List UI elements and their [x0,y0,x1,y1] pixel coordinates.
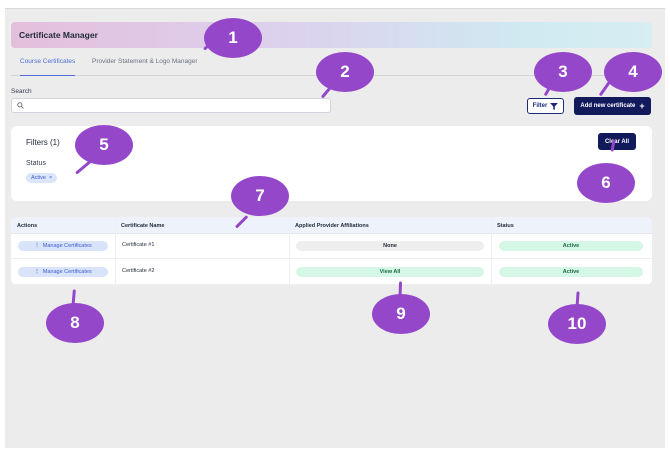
manage-label: Manage Certificates [42,243,92,249]
callout-marker-10: 10 [548,304,606,344]
status-label: Active [562,243,580,249]
callout-marker-7: 7 [231,176,289,216]
chip-label: Active [31,175,46,181]
status-badge: Active [499,267,643,277]
status-label: Active [562,269,580,275]
close-icon[interactable]: × [49,175,52,181]
column-header-certificate-name: Certificate Name [121,223,165,229]
vertical-dots-icon: ⋮ [34,269,40,275]
certificate-name: Certificate #2 [122,268,155,274]
column-header-status: Status [497,223,514,229]
column-divider [289,217,290,285]
filter-status-label: Status [26,160,46,167]
page-title: Certificate Manager [19,30,98,40]
tab-provider-statement-logo[interactable]: Provider Statement & Logo Manager [92,58,198,76]
page-header: Certificate Manager [11,22,652,48]
filter-button-label: Filter [532,103,548,109]
callout-marker-6: 6 [577,163,635,203]
search-icon [17,102,24,109]
table-header: Actions Certificate Name Applied Provide… [11,217,652,234]
filter-button[interactable]: Filter [527,98,564,114]
table-row: ⋮ Manage Certificates Certificate #1 Non… [11,234,652,259]
search-field[interactable] [11,98,331,113]
clear-all-button[interactable]: Clear All [598,133,636,150]
clear-all-label: Clear All [604,138,630,145]
affiliation-badge: None [296,241,484,251]
filters-title: Filters (1) [26,138,60,147]
manage-label: Manage Certificates [42,269,92,275]
column-header-affiliations: Applied Provider Affiliations [295,223,369,229]
column-header-actions: Actions [17,223,38,229]
view-all-affiliations-button[interactable]: View All [296,267,484,277]
certificate-name: Certificate #1 [122,242,155,248]
status-badge: Active [499,241,643,251]
add-button-label: Add new certificate [580,103,636,109]
column-divider [491,217,492,285]
search-label: Search [11,88,32,95]
table-row: ⋮ Manage Certificates Certificate #2 Vie… [11,260,652,285]
plus-icon: + [639,100,645,111]
manage-certificates-button[interactable]: ⋮ Manage Certificates [18,267,108,277]
column-divider [115,217,116,285]
affiliation-label: None [383,243,397,249]
callout-marker-9: 9 [372,294,430,334]
search-input[interactable] [28,100,324,111]
filter-funnel-icon [550,102,559,110]
callout-marker-4: 4 [604,52,662,92]
manage-certificates-button[interactable]: ⋮ Manage Certificates [18,241,108,251]
callout-marker-3: 3 [534,52,592,92]
callout-marker-8: 8 [46,303,104,343]
tab-label: Provider Statement & Logo Manager [92,58,198,65]
vertical-dots-icon: ⋮ [34,243,40,249]
add-new-certificate-button[interactable]: Add new certificate + [574,97,651,115]
affiliation-label: View All [379,269,401,275]
callout-marker-2: 2 [316,52,374,92]
callout-marker-5: 5 [75,125,133,165]
callout-marker-1: 1 [204,18,262,58]
tab-label: Course Certificates [20,58,76,65]
tab-course-certificates[interactable]: Course Certificates [20,58,76,76]
filter-chip-active: Active × [26,173,58,183]
certificates-table: Actions Certificate Name Applied Provide… [11,217,652,285]
